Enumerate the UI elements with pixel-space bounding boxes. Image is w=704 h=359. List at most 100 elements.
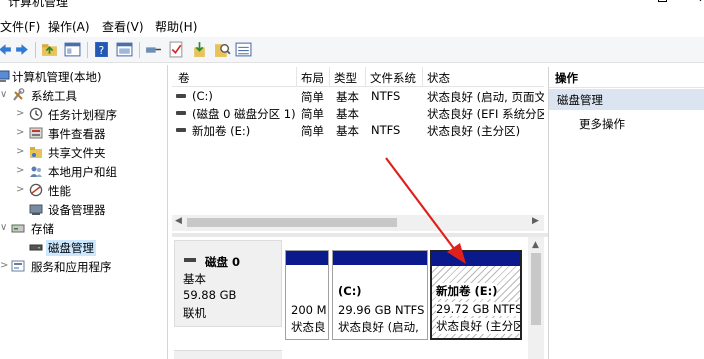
disk-size: 59.88 GB <box>183 288 237 302</box>
partition-efi[interactable]: 200 M 状态良 <box>285 250 329 340</box>
volume-name: 新加卷 (E:) <box>192 124 251 138</box>
navigation-tree: 计算机管理(本地) ∨ 系统工具 > 任务计划程序 > 事件查看器 > 共享文件… <box>0 65 168 359</box>
tree-item-event-viewer[interactable]: > 事件查看器 <box>0 124 168 143</box>
drive-icon <box>176 111 186 115</box>
partition-bar <box>432 252 520 266</box>
maximize-button[interactable] <box>656 0 668 5</box>
chevron-down-icon[interactable]: ∨ <box>0 222 8 233</box>
column-header-filesystem[interactable]: 文件系统 <box>370 70 416 86</box>
chevron-right-icon[interactable]: > <box>16 184 24 195</box>
chevron-right-icon[interactable]: > <box>0 260 8 271</box>
tree-item-disk-management[interactable]: 磁盘管理 <box>0 238 168 257</box>
disk-state: 联机 <box>183 306 206 320</box>
tree-item-task-scheduler[interactable]: > 任务计划程序 <box>0 105 168 124</box>
column-header-layout[interactable]: 布局 <box>301 70 324 86</box>
disk-icon <box>29 244 43 251</box>
tree-item-label: 磁盘管理 <box>46 240 96 256</box>
partition-c[interactable]: (C:) 29.96 GB NTFS 状态良好 (启动, <box>332 250 428 340</box>
tools-icon <box>13 88 25 101</box>
volume-type: 基本 <box>336 124 359 138</box>
disk-graph-view: 磁盘 0 基本 59.88 GB 联机 200 M 状态良 (C:) 29.96… <box>172 237 544 359</box>
tree-item-performance[interactable]: > 性能 <box>0 181 168 200</box>
menu-action[interactable]: 操作(A) <box>48 18 90 35</box>
connect-icon[interactable] <box>145 41 162 58</box>
actions-pane: 操作 磁盘管理 更多操作 <box>548 67 704 359</box>
partition-status: 状态良 <box>291 320 326 334</box>
column-header-type[interactable]: 类型 <box>334 70 357 86</box>
volume-type: 基本 <box>336 107 359 121</box>
chevron-right-icon[interactable]: > <box>16 146 24 157</box>
computer-icon <box>0 70 10 82</box>
actions-section-disk-management[interactable]: 磁盘管理 <box>549 89 704 110</box>
column-header-status[interactable]: 状态 <box>427 70 450 86</box>
chevron-down-icon[interactable]: ∨ <box>0 89 8 100</box>
disk-icon <box>184 258 196 262</box>
partition-status: 状态良好 (主分区 <box>436 318 520 334</box>
tree-item-label: 事件查看器 <box>48 127 106 141</box>
scroll-left-icon[interactable]: ◀ <box>175 216 182 226</box>
chevron-right-icon[interactable]: > <box>16 165 24 176</box>
partition-title: 新加卷 (E:) <box>436 283 498 299</box>
view-details-icon[interactable] <box>235 41 252 58</box>
menu-help[interactable]: 帮助(H) <box>155 18 197 35</box>
back-arrow-icon[interactable] <box>0 41 13 58</box>
tree-item-label: 服务和应用程序 <box>31 260 112 274</box>
volume-layout: 简单 <box>301 90 324 104</box>
chevron-right-icon[interactable]: > <box>16 127 24 138</box>
search-icon[interactable] <box>214 41 231 58</box>
help-icon[interactable]: ? <box>93 41 110 58</box>
tree-item-computer-management[interactable]: 计算机管理(本地) <box>0 67 168 86</box>
tree-item-services-apps[interactable]: > 服务和应用程序 <box>0 257 168 276</box>
chevron-right-icon[interactable]: > <box>16 108 24 119</box>
tree-item-shared-folders[interactable]: > 共享文件夹 <box>0 143 168 162</box>
partition-status: 状态良好 (启动, <box>338 320 419 334</box>
tree-item-label: 性能 <box>48 184 71 198</box>
shared-folder-icon <box>30 147 42 158</box>
up-folder-icon[interactable] <box>41 41 58 58</box>
scrollbar-thumb[interactable] <box>531 253 541 325</box>
drive-icon <box>176 94 186 98</box>
tree-item-local-users[interactable]: > 本地用户和组 <box>0 162 168 181</box>
properties-icon[interactable] <box>116 41 133 58</box>
clock-icon <box>29 107 43 121</box>
window-title: 计算机管理 <box>8 0 69 9</box>
tree-item-storage[interactable]: ∨ 存储 <box>0 219 168 238</box>
scroll-up-icon[interactable]: ▲ <box>532 240 539 250</box>
check-icon[interactable] <box>168 41 185 58</box>
volume-row[interactable]: (C:) 简单 基本 NTFS 状态良好 (启动, 页面文 <box>172 88 544 105</box>
volume-type: 基本 <box>336 90 359 104</box>
drive-icon <box>176 128 186 132</box>
column-header-volume[interactable]: 卷 <box>178 70 190 86</box>
minimize-button[interactable]: — <box>613 0 625 5</box>
svg-text:?: ? <box>99 44 105 57</box>
show-hide-tree-icon[interactable] <box>64 41 81 58</box>
scrollbar-thumb[interactable] <box>187 218 397 227</box>
tree-item-label: 本地用户和组 <box>48 165 117 179</box>
disk-type: 基本 <box>183 272 206 286</box>
menu-file[interactable]: 文件(F) <box>0 18 40 35</box>
volume-row[interactable]: 新加卷 (E:) 简单 基本 NTFS 状态良好 (主分区) <box>172 122 544 139</box>
tree-item-label: 存储 <box>31 222 54 236</box>
tree-item-label: 计算机管理(本地) <box>12 70 102 84</box>
tree-item-label: 任务计划程序 <box>48 108 117 122</box>
tree-item-device-manager[interactable]: 设备管理器 <box>0 200 168 219</box>
vertical-scrollbar[interactable]: ▲ <box>528 237 544 359</box>
disk-info-box[interactable]: 磁盘 0 基本 59.88 GB 联机 <box>174 240 282 327</box>
partition-e[interactable]: 新加卷 (E:) 29.72 GB NTFS 状态良好 (主分区 <box>430 250 522 340</box>
volume-layout: 简单 <box>301 124 324 138</box>
forward-arrow-icon[interactable] <box>14 41 31 58</box>
toolbar: ? <box>0 37 704 63</box>
import-icon[interactable] <box>191 41 208 58</box>
volume-filesystem: NTFS <box>371 89 401 103</box>
volume-status: 状态良好 (主分区) <box>427 124 521 138</box>
menu-view[interactable]: 查看(V) <box>102 18 144 35</box>
volume-row[interactable]: (磁盘 0 磁盘分区 1) 简单 基本 状态良好 (EFI 系统分区 <box>172 105 544 122</box>
tree-item-system-tools[interactable]: ∨ 系统工具 <box>0 86 168 105</box>
volume-status: 状态良好 (EFI 系统分区 <box>427 107 544 121</box>
close-button[interactable]: ✕ <box>697 0 704 5</box>
tree-item-label: 设备管理器 <box>48 203 106 217</box>
scroll-right-icon[interactable]: ▶ <box>532 216 539 226</box>
storage-icon <box>11 224 25 233</box>
horizontal-scrollbar[interactable]: ◀ ▶ <box>172 215 544 231</box>
more-actions-link[interactable]: 更多操作 <box>579 116 625 132</box>
